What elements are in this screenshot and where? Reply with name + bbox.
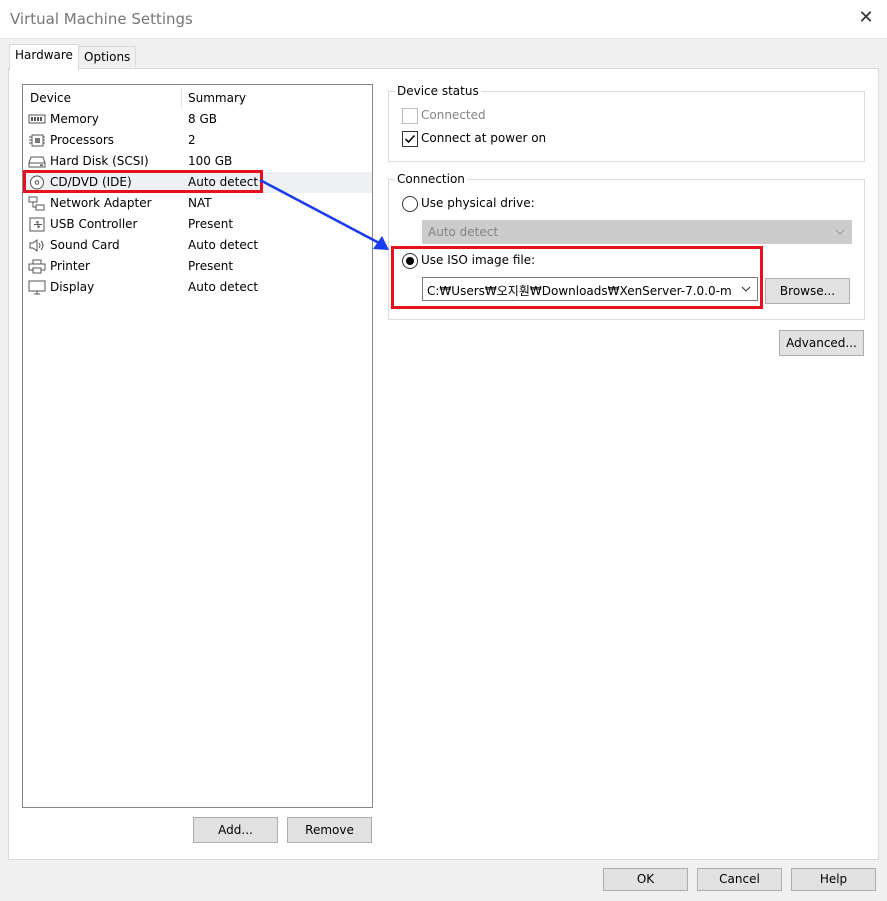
device-name: Sound Card: [50, 238, 120, 252]
device-column-header[interactable]: Device: [30, 91, 71, 105]
device-summary: Auto detect: [188, 238, 259, 252]
device-summary: Auto detect: [188, 280, 259, 294]
tab-options[interactable]: Options: [78, 46, 137, 67]
connected-checkbox[interactable]: [402, 108, 418, 124]
device-summary: 2: [188, 133, 196, 147]
column-separator[interactable]: [181, 87, 182, 109]
device-status-group: [388, 91, 865, 162]
summary-column-header[interactable]: Summary: [188, 91, 246, 105]
tab-hardware[interactable]: Hardware: [9, 44, 79, 70]
close-icon[interactable]: ✕: [856, 8, 876, 28]
remove-button[interactable]: Remove: [287, 817, 372, 843]
ok-button[interactable]: OK: [603, 868, 688, 891]
annotation-arrow-icon: [259, 178, 389, 250]
memory-icon: [28, 114, 46, 124]
processor-icon: [29, 134, 45, 147]
sound-icon: [29, 239, 44, 252]
iso-highlight-box: [391, 246, 763, 309]
device-row-display[interactable]: Display Auto detect: [23, 277, 372, 298]
device-summary: 100 GB: [188, 154, 233, 168]
device-row-hard-disk[interactable]: Hard Disk (SCSI) 100 GB: [23, 151, 372, 172]
help-button[interactable]: Help: [791, 868, 876, 891]
connected-label: Connected: [421, 108, 486, 122]
device-summary: NAT: [188, 196, 212, 210]
physical-drive-select[interactable]: Auto detect: [422, 220, 852, 244]
checkmark-icon: [404, 134, 416, 144]
device-summary: Present: [188, 259, 234, 273]
device-row-memory[interactable]: Memory 8 GB: [23, 109, 372, 130]
device-row-processors[interactable]: Processors 2: [23, 130, 372, 151]
network-adapter-icon: [28, 196, 45, 211]
device-summary: Present: [188, 217, 234, 231]
add-button[interactable]: Add...: [193, 817, 278, 843]
display-icon: [28, 280, 46, 295]
device-status-label: Device status: [395, 84, 481, 98]
device-summary: 8 GB: [188, 112, 217, 126]
chevron-down-icon: [835, 229, 845, 235]
device-name: Processors: [50, 133, 115, 147]
hard-disk-icon: [28, 156, 46, 168]
selection-highlight-box: [23, 170, 263, 193]
physical-drive-value: Auto detect: [428, 225, 499, 239]
device-name: Memory: [50, 112, 99, 126]
use-physical-drive-label: Use physical drive:: [421, 196, 535, 210]
device-name: Hard Disk (SCSI): [50, 154, 149, 168]
device-name: Display: [50, 280, 95, 294]
device-name: Network Adapter: [50, 196, 152, 210]
device-name: Printer: [50, 259, 90, 273]
advanced-button[interactable]: Advanced...: [779, 330, 864, 356]
usb-icon: [29, 217, 45, 232]
use-physical-drive-radio[interactable]: [402, 196, 418, 212]
device-name: USB Controller: [50, 217, 138, 231]
connect-at-power-on-checkbox[interactable]: [402, 131, 418, 147]
browse-button[interactable]: Browse...: [765, 278, 850, 304]
cancel-button[interactable]: Cancel: [697, 868, 782, 891]
connect-at-power-on-label: Connect at power on: [421, 131, 547, 145]
printer-icon: [28, 259, 46, 274]
connection-label: Connection: [395, 172, 467, 186]
window-title: Virtual Machine Settings: [10, 10, 193, 28]
